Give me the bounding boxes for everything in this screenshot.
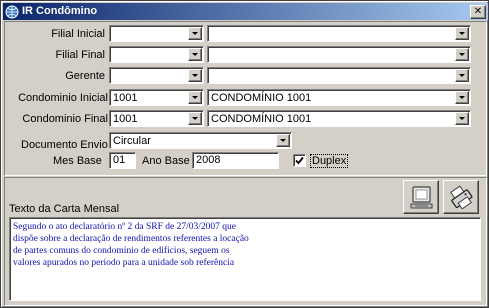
carta-line: Segundo o ato declaratório nº 2 da SRF d…	[13, 222, 236, 232]
close-icon: ✕	[473, 6, 483, 17]
condominio-final-name-value: CONDOMÍNIO 1001	[211, 113, 312, 125]
carta-line: de partes comuns do condomínio de edifíc…	[13, 246, 230, 256]
condominio-final-name-combo[interactable]: CONDOMÍNIO 1001	[207, 110, 471, 127]
chevron-down-icon[interactable]	[455, 91, 469, 104]
condominio-final-label: Condominio Final	[22, 113, 108, 125]
preview-button[interactable]	[403, 180, 439, 214]
documento-envio-combo[interactable]: Circular	[109, 132, 292, 149]
duplex-checkbox[interactable]	[293, 154, 306, 167]
monitor-icon	[410, 186, 433, 209]
close-button[interactable]: ✕	[470, 5, 486, 19]
gerente-name-combo[interactable]	[207, 67, 471, 84]
chevron-down-icon[interactable]	[455, 112, 469, 125]
filial-final-name-combo[interactable]	[207, 46, 471, 63]
carta-line: valores apurados no período para a unida…	[13, 258, 235, 268]
carta-panel: Texto da Carta Mensal Segundo o ato decl…	[4, 177, 487, 306]
chevron-down-icon[interactable]	[455, 48, 469, 61]
mes-base-input[interactable]: 01	[109, 152, 136, 169]
mes-base-label: Mes Base	[53, 155, 102, 167]
documento-envio-value: Circular	[113, 135, 151, 147]
condominio-inicial-name-value: CONDOMÍNIO 1001	[211, 92, 312, 104]
ano-base-label: Ano Base	[142, 155, 190, 167]
filial-inicial-code-combo[interactable]	[109, 25, 204, 42]
carta-text-area[interactable]: Segundo o ato declaratório nº 2 da SRF d…	[9, 217, 481, 301]
condominio-inicial-code-combo[interactable]: 1001	[109, 89, 204, 106]
filial-inicial-label: Filial Inicial	[51, 28, 105, 40]
condominio-inicial-name-combo[interactable]: CONDOMÍNIO 1001	[207, 89, 471, 106]
duplex-label-text: Duplex	[310, 154, 349, 168]
chevron-down-icon[interactable]	[188, 69, 202, 82]
gerente-code-combo[interactable]	[109, 67, 204, 84]
filial-inicial-name-combo[interactable]	[207, 25, 471, 42]
duplex-label[interactable]: Duplex	[310, 154, 349, 168]
filial-final-code-combo[interactable]	[109, 46, 204, 63]
carta-line: dispõe sobre a declaração de rendimentos…	[13, 234, 249, 244]
print-button[interactable]	[443, 180, 479, 214]
chevron-down-icon[interactable]	[276, 134, 290, 147]
chevron-down-icon[interactable]	[188, 112, 202, 125]
chevron-down-icon[interactable]	[188, 91, 202, 104]
ir-condomino-window: IR Condômino ✕ Filial Inicial Filial Fin…	[0, 0, 489, 308]
condominio-inicial-code-value: 1001	[113, 92, 138, 104]
window-title: IR Condômino	[22, 5, 98, 17]
carta-label: Texto da Carta Mensal	[9, 203, 120, 215]
filter-panel: Filial Inicial Filial Final Gerente Cond…	[4, 21, 487, 176]
checkmark-icon	[295, 156, 304, 165]
documento-envio-label: Documento Envio	[21, 139, 108, 151]
chevron-down-icon[interactable]	[455, 69, 469, 82]
condominio-inicial-label: Condominio Inicial	[18, 92, 108, 104]
condominio-final-code-value: 1001	[113, 113, 138, 125]
gerente-label: Gerente	[65, 70, 105, 82]
ano-base-input[interactable]: 2008	[192, 152, 279, 169]
chevron-down-icon[interactable]	[455, 27, 469, 40]
filial-final-label: Filial Final	[55, 49, 105, 61]
condominio-final-code-combo[interactable]: 1001	[109, 110, 204, 127]
app-globe-icon	[5, 5, 19, 19]
chevron-down-icon[interactable]	[188, 48, 202, 61]
chevron-down-icon[interactable]	[188, 27, 202, 40]
printer-icon	[450, 185, 473, 210]
title-bar[interactable]: IR Condômino ✕	[3, 3, 488, 20]
